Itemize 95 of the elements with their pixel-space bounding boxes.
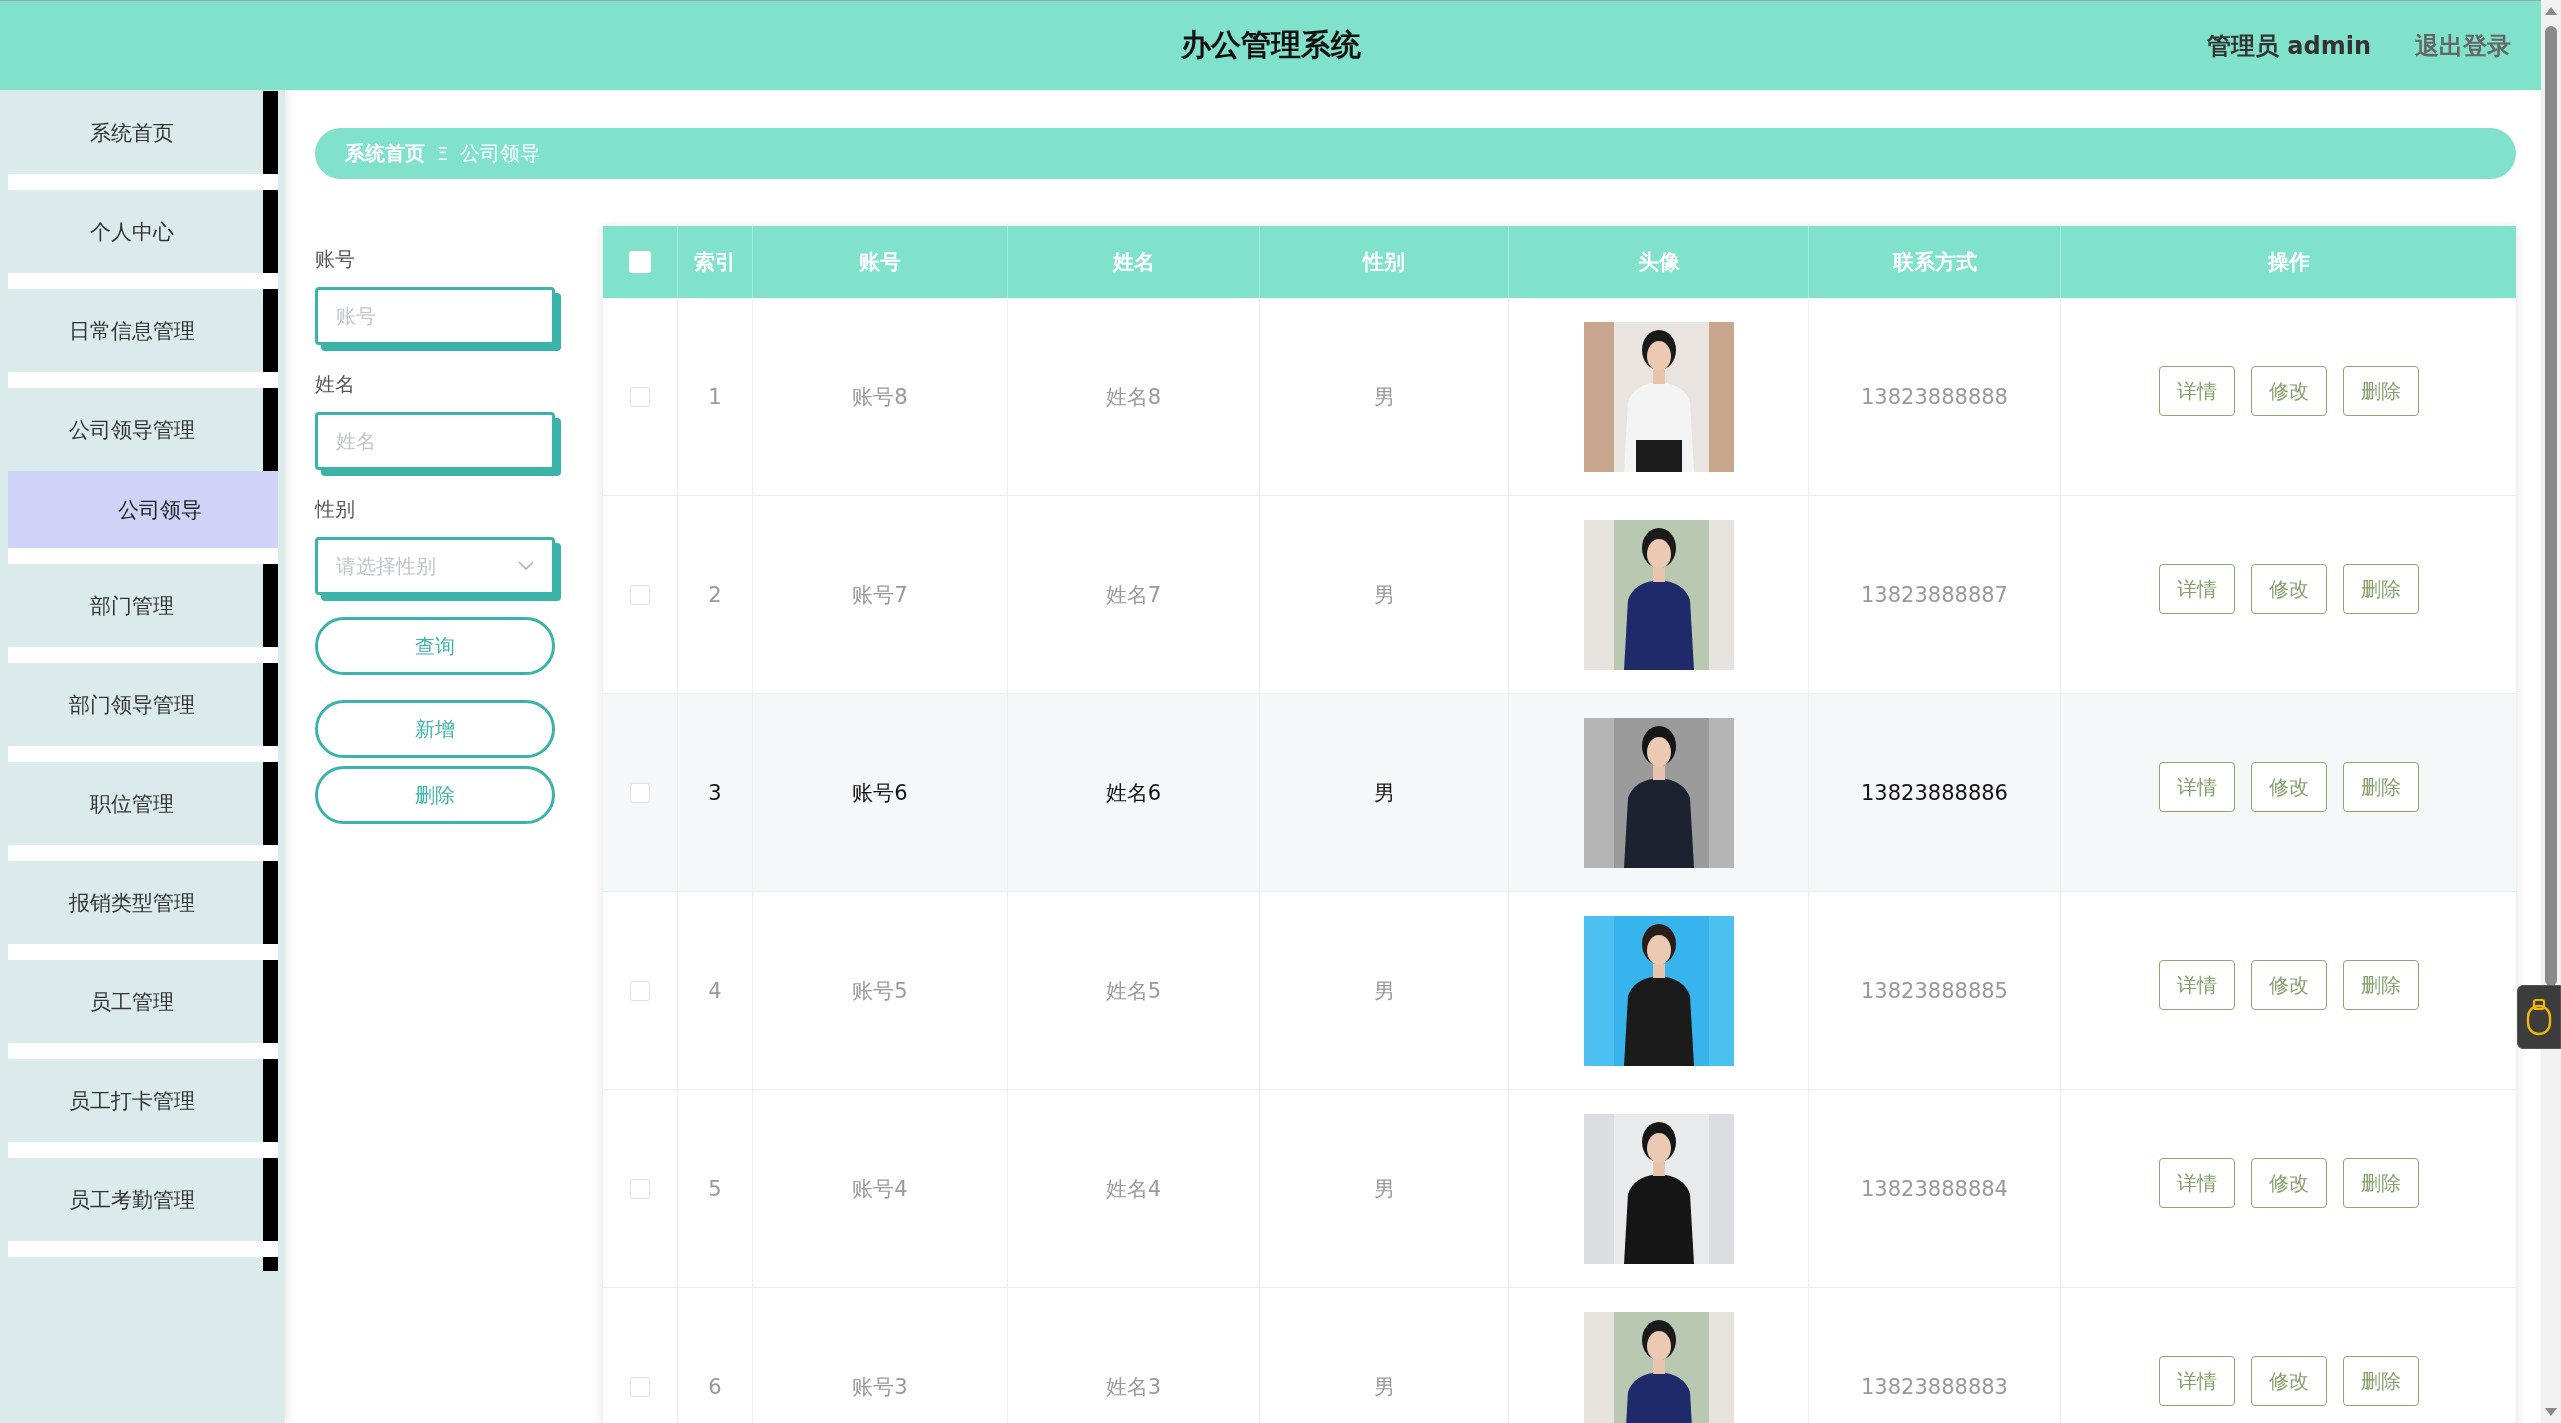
table-cell: 账号4 <box>753 1090 1008 1287</box>
sidebar-item[interactable]: 日常信息管理 <box>0 289 278 372</box>
table-cell: 5 <box>678 1090 753 1287</box>
table-cell: 男 <box>1260 496 1509 693</box>
breadcrumb-link[interactable]: 公司领导 <box>460 140 541 167</box>
row-action-button[interactable]: 详情 <box>2158 366 2235 416</box>
row-checkbox[interactable] <box>630 386 650 407</box>
table-cell: 账号6 <box>753 694 1008 891</box>
form-button[interactable]: 新增 <box>315 700 555 758</box>
table-cell: 13823888884 <box>1809 1090 2061 1287</box>
sidebar-item[interactable]: 员工考勤管理 <box>0 1158 278 1241</box>
table-cell: 账号8 <box>753 298 1008 495</box>
row-action-button[interactable]: 删除 <box>2342 1158 2419 1208</box>
row-action-button[interactable]: 修改 <box>2250 960 2327 1010</box>
row-checkbox[interactable] <box>630 584 650 605</box>
scroll-down-icon[interactable] <box>2544 1407 2558 1417</box>
column-header: 联系方式 <box>1809 226 2061 298</box>
user-label: 管理员 admin <box>2206 30 2371 62</box>
table-cell: 13823888883 <box>1809 1288 2061 1423</box>
sidebar-subitem[interactable]: 公司领导 <box>8 471 278 548</box>
sidebar-item[interactable]: 员工管理 <box>0 960 278 1043</box>
table-cell: 姓名4 <box>1008 1090 1260 1287</box>
sidebar-item[interactable]: 系统首页 <box>0 91 278 174</box>
column-header: 性别 <box>1260 226 1509 298</box>
table-cell: 2 <box>678 496 753 693</box>
row-action-button[interactable]: 详情 <box>2158 1356 2235 1406</box>
row-action-button[interactable]: 详情 <box>2158 960 2235 1010</box>
row-action-button[interactable]: 删除 <box>2342 366 2419 416</box>
sidebar-item[interactable]: 员工打卡管理 <box>0 1059 278 1142</box>
table-cell: 男 <box>1260 694 1509 891</box>
logout-link[interactable]: 退出登录 <box>2415 29 2511 62</box>
select-all-checkbox[interactable] <box>629 251 651 273</box>
table-cell: 账号5 <box>753 892 1008 1089</box>
breadcrumb-link[interactable]: 系统首页 <box>345 140 425 167</box>
table-cell: 13823888885 <box>1809 892 2061 1089</box>
row-action-button[interactable]: 详情 <box>2158 762 2235 812</box>
sidebar-item[interactable]: 部门管理 <box>0 564 278 647</box>
chevron-down-icon <box>518 561 534 571</box>
input-field[interactable]: 姓名 <box>315 412 555 470</box>
row-action-button[interactable]: 修改 <box>2250 564 2327 614</box>
row-checkbox[interactable] <box>630 1178 650 1199</box>
table-cell: 账号3 <box>753 1288 1008 1423</box>
floating-tool-button[interactable] <box>2517 985 2561 1049</box>
row-action-button[interactable]: 详情 <box>2158 564 2235 614</box>
column-header: 头像 <box>1509 226 1809 298</box>
table-cell: 1 <box>678 298 753 495</box>
table-cell: 13823888887 <box>1809 496 2061 693</box>
table-cell: 姓名6 <box>1008 694 1260 891</box>
column-header: 操作 <box>2266 249 2311 276</box>
table-cell: 13823888886 <box>1809 694 2061 891</box>
column-header: 索引 <box>678 226 753 298</box>
field-label: 账号 <box>315 246 356 273</box>
row-checkbox[interactable] <box>630 1376 650 1397</box>
table-cell: 男 <box>1260 892 1509 1089</box>
table-cell: 男 <box>1260 1288 1509 1423</box>
table-cell: 姓名3 <box>1008 1288 1260 1423</box>
table-cell: 4 <box>678 892 753 1089</box>
form-button[interactable]: 查询 <box>315 617 555 675</box>
table-cell: 姓名5 <box>1008 892 1260 1089</box>
field-label: 姓名 <box>315 371 356 398</box>
table-cell: 13823888888 <box>1809 298 2061 495</box>
sidebar-item[interactable]: 公司领导管理 <box>0 388 278 471</box>
row-action-button[interactable]: 删除 <box>2342 564 2419 614</box>
scroll-up-icon[interactable] <box>2544 6 2558 16</box>
column-header: 账号 <box>753 226 1008 298</box>
row-action-button[interactable]: 详情 <box>2158 1158 2235 1208</box>
scrollbar[interactable] <box>2541 0 2561 1423</box>
form-button[interactable]: 删除 <box>315 766 555 824</box>
row-action-button[interactable]: 修改 <box>2250 366 2327 416</box>
sidebar-item[interactable]: 部门领导管理 <box>0 663 278 746</box>
table-cell: 姓名8 <box>1008 298 1260 495</box>
row-action-button[interactable]: 修改 <box>2250 1356 2327 1406</box>
table-cell: 3 <box>678 694 753 891</box>
app-title: 办公管理系统 <box>1180 26 1361 64</box>
row-action-button[interactable]: 删除 <box>2342 1356 2419 1406</box>
table-cell: 男 <box>1260 1090 1509 1287</box>
mouse-icon <box>2526 998 2552 1036</box>
sidebar-marker <box>263 1257 278 1271</box>
sidebar-item[interactable]: 报销类型管理 <box>0 861 278 944</box>
field-label: 性别 <box>315 496 356 523</box>
row-checkbox[interactable] <box>630 980 650 1001</box>
table-cell: 男 <box>1260 298 1509 495</box>
sidebar-item[interactable]: 职位管理 <box>0 762 278 845</box>
input-field[interactable]: 账号 <box>315 287 555 345</box>
row-action-button[interactable]: 删除 <box>2342 762 2419 812</box>
row-checkbox[interactable] <box>630 782 650 803</box>
breadcrumb-separator: Ξ <box>437 143 449 164</box>
row-action-button[interactable]: 修改 <box>2250 762 2327 812</box>
column-header: 姓名 <box>1008 226 1260 298</box>
sidebar-item[interactable]: 个人中心 <box>0 190 278 273</box>
table-cell: 账号7 <box>753 496 1008 693</box>
row-action-button[interactable]: 修改 <box>2250 1158 2327 1208</box>
row-action-button[interactable]: 删除 <box>2342 960 2419 1010</box>
table-cell: 6 <box>678 1288 753 1423</box>
table-cell: 姓名7 <box>1008 496 1260 693</box>
